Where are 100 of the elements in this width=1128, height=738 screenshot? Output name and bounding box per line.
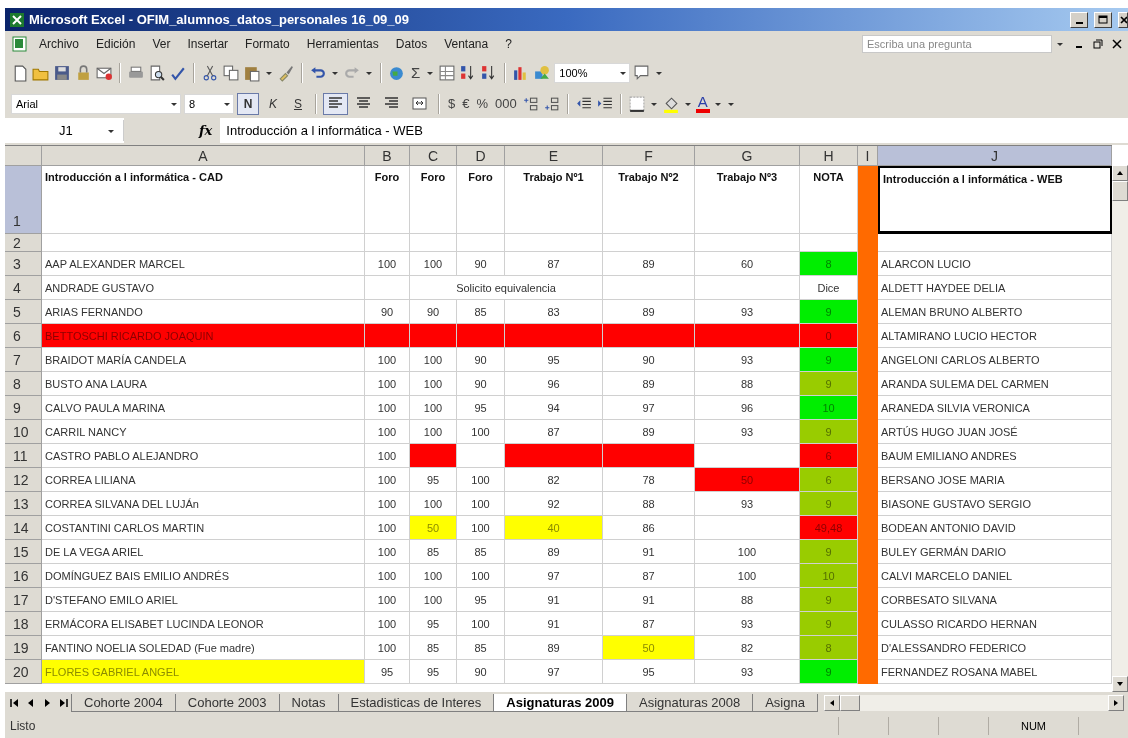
horizontal-scrollbar[interactable] xyxy=(823,694,1124,711)
menu-item[interactable]: Insertar xyxy=(180,34,236,53)
menu-item[interactable]: Datos xyxy=(388,34,435,53)
zoom-field[interactable]: 100% xyxy=(554,62,631,83)
row-header[interactable]: 15 xyxy=(5,540,42,564)
maximize-button[interactable] xyxy=(1094,11,1112,28)
table-cell: BRAIDOT MARÍA CANDELA xyxy=(42,348,365,372)
column-header[interactable]: D xyxy=(457,146,505,166)
row-header[interactable]: 13 xyxy=(5,492,42,516)
table-cell xyxy=(858,166,878,234)
close-button[interactable] xyxy=(1118,11,1128,28)
maximize-icon xyxy=(1098,14,1108,25)
shapes-icon[interactable] xyxy=(533,63,552,82)
row-header[interactable]: 14 xyxy=(5,516,42,540)
row-header[interactable]: 11 xyxy=(5,444,42,468)
sheet-tab[interactable]: Asignaturas 2009 xyxy=(493,693,627,712)
table-cell: BULEY GERMÁN DARIO xyxy=(878,540,1112,564)
table-cell xyxy=(410,234,457,252)
table-cell: 100 xyxy=(410,252,457,276)
table-cell: CORREA LILIANA xyxy=(42,468,365,492)
table-cell: 88 xyxy=(603,492,695,516)
column-heading: Foro xyxy=(410,166,457,234)
align-left-button[interactable] xyxy=(323,92,348,115)
column-header[interactable]: G xyxy=(695,146,800,166)
autosum-button[interactable]: Σ xyxy=(409,64,423,81)
row-header[interactable]: 2 xyxy=(5,234,42,252)
workbook-icon[interactable] xyxy=(11,34,29,53)
sheet-tab[interactable]: Cohorte 2004 xyxy=(71,693,176,712)
paint-bucket-icon[interactable] xyxy=(661,94,680,113)
column-header[interactable]: J xyxy=(878,146,1112,166)
table-cell: 100 xyxy=(365,636,410,660)
row-header[interactable]: 6 xyxy=(5,324,42,348)
row-header[interactable]: 19 xyxy=(5,636,42,660)
table-cell: 91 xyxy=(505,588,603,612)
print-preview-icon[interactable] xyxy=(148,63,166,82)
row-header[interactable]: 5 xyxy=(5,300,42,324)
row-header[interactable]: 12 xyxy=(5,468,42,492)
vertical-scrollbar[interactable] xyxy=(1112,165,1128,692)
row-header[interactable]: 17 xyxy=(5,588,42,612)
formula-field[interactable]: Introducción a l informática - WEB xyxy=(220,123,423,138)
table-cell: COSTANTINI CARLOS MARTIN xyxy=(42,516,365,540)
row-header[interactable]: 1 xyxy=(5,166,42,234)
column-header[interactable]: H xyxy=(800,146,858,166)
row-header[interactable]: 10 xyxy=(5,420,42,444)
font-color-button[interactable]: A xyxy=(695,94,710,113)
column-header[interactable]: E xyxy=(505,146,603,166)
scroll-thumb[interactable] xyxy=(839,694,860,711)
style-button[interactable]: S xyxy=(287,92,309,115)
sheet-tab[interactable]: Asigna xyxy=(752,693,818,712)
font-size-field[interactable]: 8 xyxy=(184,93,234,114)
menu-item[interactable]: Herramientas xyxy=(299,34,386,53)
table-cell: 8 xyxy=(800,636,858,660)
column-heading: Trabajo Nº1 xyxy=(505,166,603,234)
number-format-button[interactable]: % xyxy=(474,96,491,111)
scissors-icon[interactable] xyxy=(201,63,219,82)
table-cell: 100 xyxy=(365,588,410,612)
number-format-button[interactable]: 000 xyxy=(493,96,519,111)
scroll-thumb[interactable] xyxy=(1112,181,1128,201)
table-cell: 91 xyxy=(505,612,603,636)
minimize-button[interactable] xyxy=(1070,11,1088,28)
style-button[interactable]: N xyxy=(237,92,259,115)
column-header[interactable]: A xyxy=(42,146,365,166)
menu-item[interactable]: ? xyxy=(498,34,519,53)
table-cell: DOMÍNGUEZ BAIS EMILIO ANDRÉS xyxy=(42,564,365,588)
menu-item[interactable]: Formato xyxy=(238,34,297,53)
app-icon xyxy=(9,11,25,28)
row-header[interactable]: 3 xyxy=(5,252,42,276)
row-header[interactable]: 8 xyxy=(5,372,42,396)
menu-item[interactable]: Ver xyxy=(145,34,178,53)
column-header[interactable]: C xyxy=(410,146,457,166)
menu-item[interactable]: Ventana xyxy=(437,34,496,53)
row-header[interactable]: 9 xyxy=(5,396,42,420)
column-header[interactable]: B xyxy=(365,146,410,166)
table-cell: BETTOSCHI RICARDO JOAQUIN xyxy=(42,324,365,348)
row-header[interactable]: 4 xyxy=(5,276,42,300)
column-header[interactable]: I xyxy=(858,146,878,166)
row-header[interactable]: 18 xyxy=(5,612,42,636)
table-cell: BUSTO ANA LAURA xyxy=(42,372,365,396)
help-search-field[interactable]: Escriba una pregunta xyxy=(862,34,1052,53)
row-header[interactable]: 16 xyxy=(5,564,42,588)
style-button[interactable]: K xyxy=(262,92,284,115)
function-button[interactable]: fx xyxy=(124,118,221,143)
restore-icon[interactable] xyxy=(1093,38,1103,49)
number-format-button[interactable]: € xyxy=(460,96,472,111)
table-cell: 91 xyxy=(603,540,695,564)
copy-icon[interactable] xyxy=(222,63,240,82)
column-header[interactable]: F xyxy=(603,146,695,166)
close-icon[interactable] xyxy=(1112,38,1122,49)
table-cell: 100 xyxy=(410,348,457,372)
row-header[interactable]: 7 xyxy=(5,348,42,372)
table-cell: 50 xyxy=(695,468,800,492)
font-field[interactable]: Arial xyxy=(11,93,181,114)
status-message: Listo xyxy=(10,718,36,733)
menu-item[interactable]: Archivo xyxy=(32,34,86,53)
menu-item[interactable]: Edición xyxy=(89,34,143,53)
row-header[interactable]: 20 xyxy=(5,660,42,684)
borders-icon[interactable] xyxy=(627,94,646,113)
number-format-button[interactable]: $ xyxy=(446,96,458,111)
table-cell: 86 xyxy=(603,516,695,540)
table-cell: 50 xyxy=(410,516,457,540)
